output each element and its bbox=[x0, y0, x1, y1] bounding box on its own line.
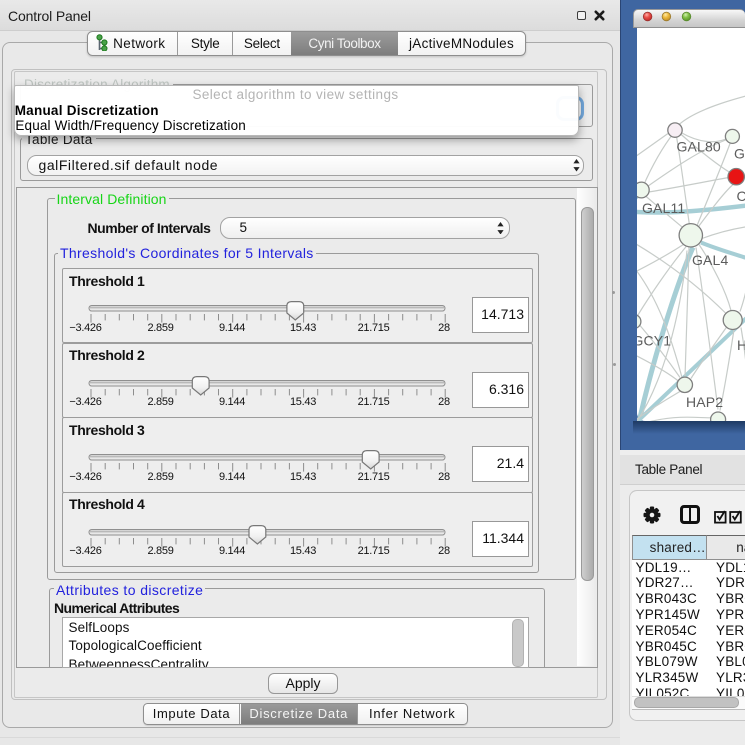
svg-text:GAL11: GAL11 bbox=[642, 200, 685, 216]
svg-text:GAL: GAL bbox=[734, 145, 745, 161]
svg-text:GAL80: GAL80 bbox=[677, 138, 721, 154]
svg-text:GAL4: GAL4 bbox=[692, 252, 728, 268]
svg-text:CD: CD bbox=[737, 188, 745, 204]
svg-text:HAP2: HAP2 bbox=[686, 394, 723, 410]
svg-text:HA: HA bbox=[737, 337, 745, 353]
svg-text:GCY1: GCY1 bbox=[637, 332, 671, 348]
